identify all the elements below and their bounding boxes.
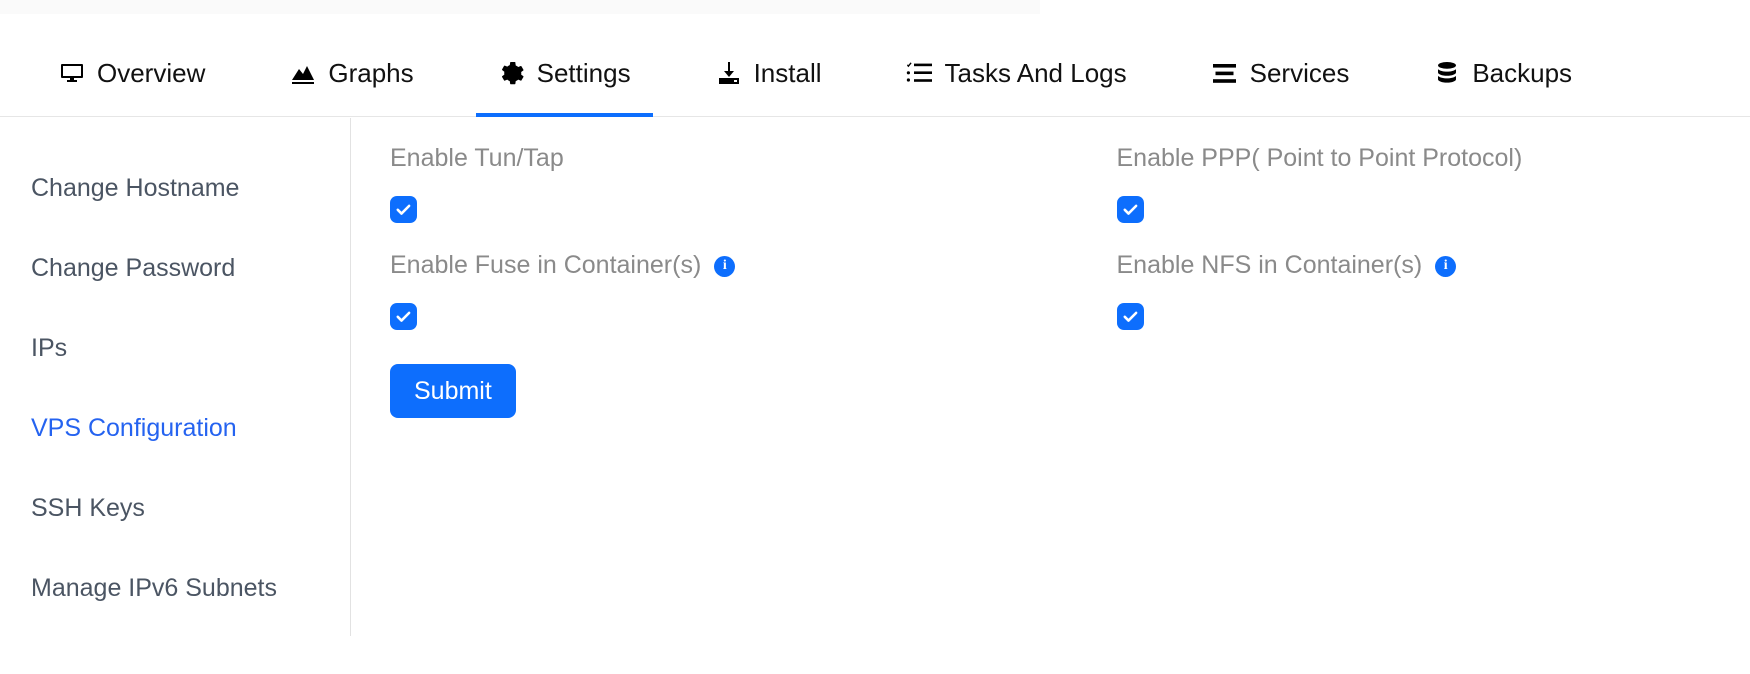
tab-label: Services [1249, 58, 1350, 88]
tab-install[interactable]: Install [693, 30, 844, 117]
main-navigation: Overview Graphs Settings Install Tasks A… [0, 30, 1750, 117]
menu-bars-icon [1211, 60, 1239, 86]
field-label-row: Enable Tun/Tap [390, 146, 1051, 171]
tab-label: Settings [536, 58, 631, 88]
sidebar-item-label: VPS Configuration [31, 413, 237, 442]
sidebar-item-label: Manage IPv6 Subnets [31, 573, 277, 602]
form-grid: Enable Tun/Tap Enable PPP( Point to Poin… [351, 146, 1750, 418]
monitor-icon [58, 60, 86, 86]
field-label-row: Enable NFS in Container(s) i [1117, 253, 1750, 278]
tab-graphs[interactable]: Graphs [267, 30, 435, 117]
check-icon [1122, 204, 1137, 215]
tasklist-icon [906, 60, 934, 86]
sidebar-item-label: SSH Keys [31, 493, 145, 522]
checkbox-enable-tun-tap[interactable] [390, 196, 417, 223]
tab-tasks-and-logs[interactable]: Tasks And Logs [884, 30, 1149, 117]
check-icon [396, 311, 411, 322]
chart-area-icon [289, 60, 317, 86]
sidebar-item-ips[interactable]: IPs [0, 308, 350, 388]
sidebar-item-label: IPs [31, 333, 68, 362]
submit-row: Submit [351, 364, 1750, 418]
field-label-text: Enable Tun/Tap [390, 144, 564, 172]
tab-label: Install [753, 58, 822, 88]
field-label-text: Enable NFS in Container(s) [1116, 251, 1423, 279]
tab-label: Tasks And Logs [944, 58, 1127, 88]
check-icon [396, 204, 411, 215]
info-icon-glyph: i [1443, 257, 1448, 273]
tab-services[interactable]: Services [1189, 30, 1372, 117]
field-label-text: Enable PPP( Point to Point Protocol) [1116, 144, 1523, 172]
checkbox-enable-fuse[interactable] [390, 303, 417, 330]
top-strip [0, 0, 1750, 30]
tab-label: Graphs [328, 58, 414, 88]
settings-sidebar: Change Hostname Change Password IPs VPS … [0, 118, 351, 636]
checkbox-enable-nfs[interactable] [1116, 303, 1144, 330]
database-icon [1433, 60, 1461, 86]
sidebar-item-change-hostname[interactable]: Change Hostname [0, 148, 350, 228]
info-icon-glyph: i [722, 257, 727, 273]
field-enable-ppp: Enable PPP( Point to Point Protocol) [1051, 146, 1750, 223]
tab-settings[interactable]: Settings [475, 30, 653, 117]
tab-label: Overview [97, 58, 206, 88]
field-label-row: Enable Fuse in Container(s) i [390, 253, 1051, 278]
app-root: Overview Graphs Settings Install Tasks A… [0, 0, 1750, 674]
vps-configuration-form: Enable Tun/Tap Enable PPP( Point to Poin… [351, 118, 1750, 674]
field-enable-tun-tap: Enable Tun/Tap [351, 146, 1051, 223]
field-label-row: Enable PPP( Point to Point Protocol) [1117, 146, 1750, 171]
field-label-text: Enable Fuse in Container(s) [390, 251, 702, 279]
page-body: Change Hostname Change Password IPs VPS … [0, 118, 1750, 674]
sidebar-item-manage-ipv6-subnets[interactable]: Manage IPv6 Subnets [0, 548, 350, 628]
sidebar-item-label: Change Hostname [31, 173, 240, 202]
info-icon-nfs[interactable]: i [1435, 256, 1457, 277]
tab-overview[interactable]: Overview [36, 30, 227, 117]
download-icon [715, 60, 743, 86]
gear-icon [498, 60, 526, 86]
field-enable-fuse: Enable Fuse in Container(s) i [351, 253, 1051, 330]
check-icon [1122, 311, 1137, 322]
sidebar-item-vps-configuration[interactable]: VPS Configuration [0, 388, 350, 468]
sidebar-item-change-password[interactable]: Change Password [0, 228, 350, 308]
tab-label: Backups [1472, 58, 1573, 88]
sidebar-item-label: Change Password [31, 253, 236, 282]
field-enable-nfs: Enable NFS in Container(s) i [1051, 253, 1750, 330]
info-icon-fuse[interactable]: i [714, 256, 736, 277]
checkbox-enable-ppp[interactable] [1116, 196, 1144, 223]
submit-button[interactable]: Submit [390, 364, 516, 418]
tab-backups[interactable]: Backups [1411, 30, 1594, 117]
top-strip-shade [0, 0, 1040, 14]
sidebar-item-ssh-keys[interactable]: SSH Keys [0, 468, 350, 548]
